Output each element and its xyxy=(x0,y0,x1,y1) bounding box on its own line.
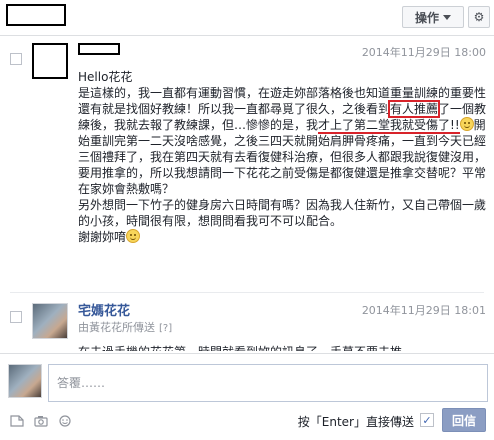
attach-file-icon[interactable] xyxy=(10,415,24,427)
sent-by-label: 由黃花花所傳送 [?] xyxy=(78,319,172,335)
sender-avatar[interactable] xyxy=(32,303,68,339)
message-closing: 謝謝妳唷 xyxy=(78,229,488,245)
conversation-header: 操作 ⚙ xyxy=(0,0,494,36)
message-select-checkbox[interactable] xyxy=(10,311,22,323)
message-paragraph-1: 是這樣的，我一直都有運動習慣，在遊走妳部落格後也知道重量訓練的重要性還有就是找個… xyxy=(78,85,488,197)
my-avatar xyxy=(8,364,42,398)
message-divider xyxy=(10,292,484,293)
reply-button[interactable]: 回信 xyxy=(442,408,486,432)
enter-to-send-label: 按「Enter」直接傳送 xyxy=(297,415,414,429)
sent-by-text: 由黃花花所傳送 xyxy=(78,321,155,334)
gear-icon[interactable]: ⚙ xyxy=(468,6,490,28)
help-link[interactable]: [?] xyxy=(159,323,172,334)
message-timestamp: 2014年11月29日 18:00 xyxy=(361,46,486,59)
redacted-avatar xyxy=(32,43,68,79)
closing-text: 謝謝妳唷 xyxy=(78,230,127,244)
sender-name-link[interactable]: 宅媽花花 xyxy=(78,300,130,319)
message-preview: 在去過手機的花花第一時間就看到妳的訊息了，手莫不要去推 xyxy=(78,337,478,351)
underlined-injury-text: 才上了第二堂我就受傷了!! xyxy=(318,118,460,134)
message-select-checkbox[interactable] xyxy=(10,53,22,65)
reply-box[interactable] xyxy=(48,364,488,402)
message-greeting: Hello花花 xyxy=(78,70,133,84)
camera-icon[interactable] xyxy=(34,415,48,427)
highlighted-recommended-text: 有人推薦 xyxy=(388,100,441,118)
smiley-emoji-icon xyxy=(126,229,141,243)
actions-dropdown-button[interactable]: 操作 xyxy=(402,6,464,28)
reply-input[interactable] xyxy=(49,365,487,401)
message-body: Hello花花 是這樣的，我一直都有運動習慣，在遊走妳部落格後也知道重量訓練的重… xyxy=(78,69,488,245)
caret-down-icon xyxy=(443,14,451,20)
message-paragraph-2: 另外想問一下竹子的健身房六日時間有嗎？因為我人住新竹，又自己帶個一歲的小孩，時間… xyxy=(78,198,487,228)
redacted-conversation-title xyxy=(6,4,66,26)
reply-composer: 按「Enter」直接傳送 ✓ 回信 xyxy=(0,353,494,440)
message-timestamp: 2014年11月29日 18:01 xyxy=(361,304,486,317)
redacted-sender-name xyxy=(78,43,120,55)
actions-label: 操作 xyxy=(414,10,439,25)
enter-to-send-checkbox[interactable]: ✓ xyxy=(420,413,434,427)
emoji-icon[interactable] xyxy=(58,415,72,427)
message-thread[interactable]: 2014年11月29日 18:00 Hello花花 是這樣的，我一直都有運動習慣… xyxy=(0,37,494,352)
message-preview-text: 在去過手機的花花第一時間就看到妳的訊息了，手莫不要去推 xyxy=(78,343,478,351)
smiley-emoji-icon xyxy=(459,117,474,131)
